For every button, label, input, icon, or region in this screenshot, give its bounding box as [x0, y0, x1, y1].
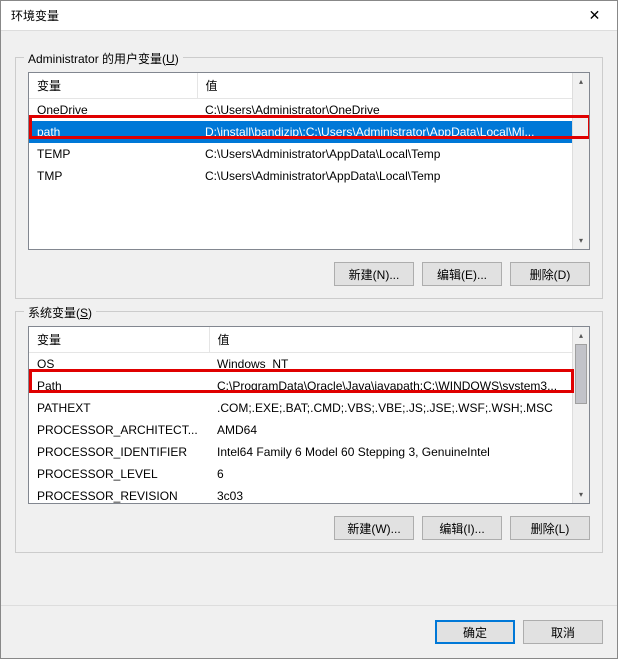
system-vars-buttons: 新建(W)... 编辑(I)... 删除(L): [28, 516, 590, 540]
dialog-buttons: 确定 取消: [1, 605, 617, 658]
system-new-button[interactable]: 新建(W)...: [334, 516, 414, 540]
scroll-down-icon[interactable]: ▾: [573, 486, 589, 503]
ok-button[interactable]: 确定: [435, 620, 515, 644]
table-row[interactable]: PROCESSOR_IDENTIFIER Intel64 Family 6 Mo…: [29, 441, 572, 463]
user-vars-table-wrap: 变量 值 OneDrive C:\Users\Administrator\One…: [28, 72, 590, 250]
col-header-value[interactable]: 值: [197, 73, 572, 99]
close-icon: ✕: [589, 7, 601, 24]
scroll-down-icon[interactable]: ▾: [573, 232, 589, 249]
scroll-up-icon[interactable]: ▴: [573, 327, 589, 344]
system-vars-table-wrap: 变量 值 OS Windows_NT Path C:\Program: [28, 326, 590, 504]
table-row[interactable]: PATHEXT .COM;.EXE;.BAT;.CMD;.VBS;.VBE;.J…: [29, 397, 572, 419]
col-header-variable[interactable]: 变量: [29, 73, 197, 99]
scroll-thumb[interactable]: [575, 344, 587, 404]
table-row[interactable]: OS Windows_NT: [29, 353, 572, 376]
close-button[interactable]: ✕: [572, 1, 617, 31]
dialog-content: Administrator 的用户变量(U) 变量 值: [1, 31, 617, 595]
user-variables-group: Administrator 的用户变量(U) 变量 值: [15, 57, 603, 299]
col-header-variable[interactable]: 变量: [29, 327, 209, 353]
scrollbar[interactable]: ▴ ▾: [572, 73, 589, 249]
system-delete-button[interactable]: 删除(L): [510, 516, 590, 540]
table-row[interactable]: path D:\install\bandizip\;C:\Users\Admin…: [29, 121, 572, 143]
user-edit-button[interactable]: 编辑(E)...: [422, 262, 502, 286]
table-row[interactable]: PROCESSOR_ARCHITECT... AMD64: [29, 419, 572, 441]
table-row[interactable]: OneDrive C:\Users\Administrator\OneDrive: [29, 99, 572, 122]
table-row[interactable]: PROCESSOR_LEVEL 6: [29, 463, 572, 485]
user-new-button[interactable]: 新建(N)...: [334, 262, 414, 286]
cancel-button[interactable]: 取消: [523, 620, 603, 644]
system-vars-table[interactable]: 变量 值 OS Windows_NT Path C:\Program: [29, 327, 572, 503]
user-vars-table[interactable]: 变量 值 OneDrive C:\Users\Administrator\One…: [29, 73, 572, 187]
system-edit-button[interactable]: 编辑(I)...: [422, 516, 502, 540]
table-row[interactable]: TEMP C:\Users\Administrator\AppData\Loca…: [29, 143, 572, 165]
env-vars-dialog: 环境变量 ✕ Administrator 的用户变量(U) 变量 值: [0, 0, 618, 659]
user-vars-buttons: 新建(N)... 编辑(E)... 删除(D): [28, 262, 590, 286]
col-header-value[interactable]: 值: [209, 327, 572, 353]
system-variables-group: 系统变量(S) 变量 值: [15, 311, 603, 553]
user-group-label: Administrator 的用户变量(U): [24, 50, 183, 67]
table-row[interactable]: PROCESSOR_REVISION 3c03: [29, 485, 572, 503]
table-row[interactable]: Path C:\ProgramData\Oracle\Java\javapath…: [29, 375, 572, 397]
table-row[interactable]: TMP C:\Users\Administrator\AppData\Local…: [29, 165, 572, 187]
system-group-label: 系统变量(S): [24, 304, 96, 321]
window-title: 环境变量: [11, 7, 572, 24]
user-delete-button[interactable]: 删除(D): [510, 262, 590, 286]
scrollbar[interactable]: ▴ ▾: [572, 327, 589, 503]
titlebar: 环境变量 ✕: [1, 1, 617, 31]
scroll-up-icon[interactable]: ▴: [573, 73, 589, 90]
